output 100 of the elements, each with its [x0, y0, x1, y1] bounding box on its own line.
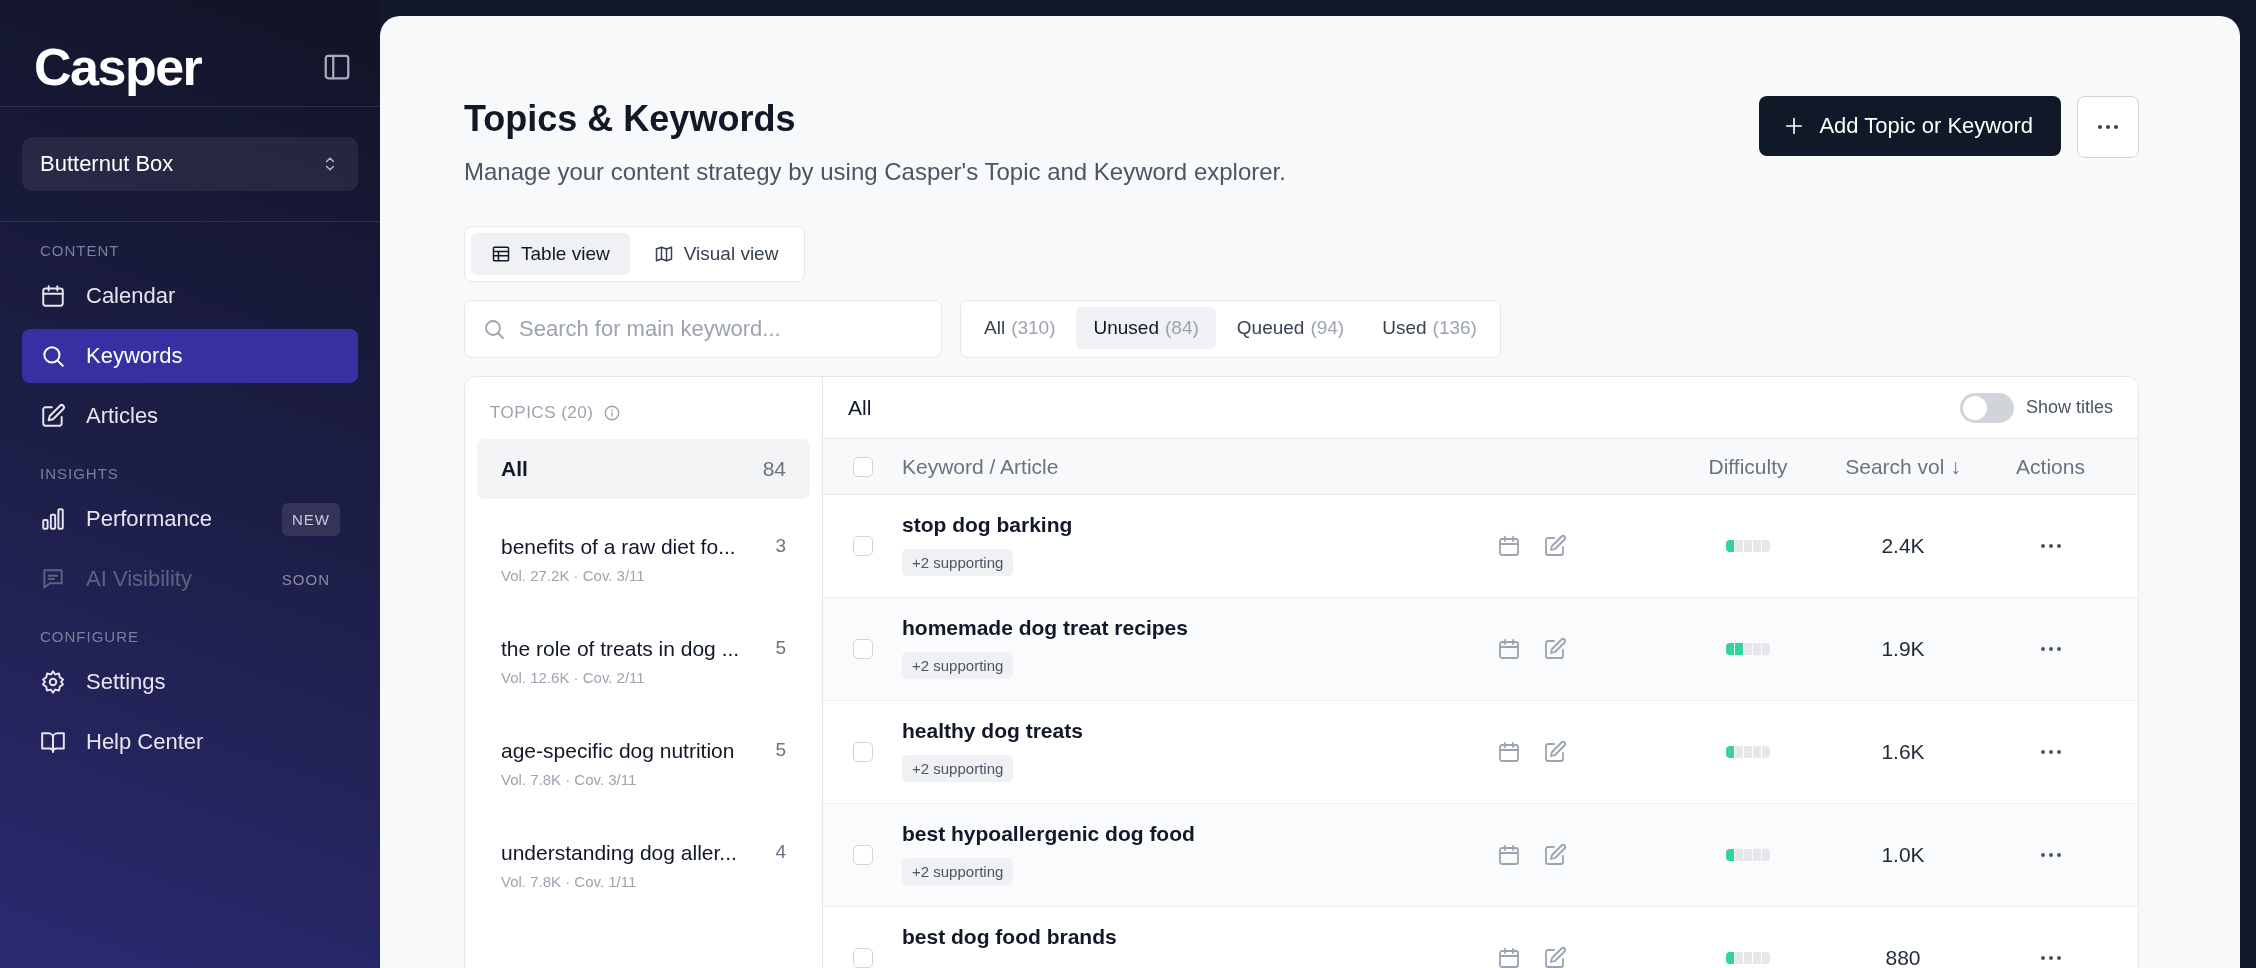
topic-count: 5	[775, 637, 786, 659]
nav-item[interactable]: Keywords	[22, 329, 358, 383]
row-checkbox[interactable]	[852, 639, 873, 659]
map-icon	[653, 244, 674, 264]
more-button[interactable]	[2077, 96, 2139, 158]
sidebar-toggle-icon	[322, 52, 352, 82]
more-icon	[2098, 125, 2118, 129]
nav-item[interactable]: Articles	[22, 389, 358, 443]
keyword-title: best dog food brands	[902, 925, 1117, 949]
supporting-tag: +2 supporting	[902, 549, 1014, 576]
calendar-icon	[1497, 740, 1521, 764]
supporting-tag: +2 supporting	[902, 755, 1014, 782]
more-icon	[2040, 750, 2061, 754]
supporting-tag: +2 supporting	[902, 652, 1014, 679]
topics-heading: TOPICS (20)	[490, 403, 594, 423]
table-title: All	[848, 395, 872, 420]
topic-title: age-specific dog nutrition	[501, 739, 736, 763]
search-field[interactable]: Search for main keyword...	[464, 300, 942, 358]
nav-label: Calendar	[86, 283, 177, 309]
toggle-label: Show titles	[2025, 397, 2113, 418]
status-badge: NEW	[282, 502, 340, 536]
topic-count: 3	[775, 535, 786, 557]
topic-meta: Vol. 7.8K · Cov. 3/11	[501, 771, 638, 788]
logo: Casper	[34, 37, 202, 97]
topic-count: 5	[775, 739, 786, 761]
nav-label: Settings	[86, 669, 167, 695]
keyword-title: healthy dog treats	[902, 719, 1083, 743]
nav-item[interactable]: Calendar	[22, 269, 358, 323]
topic-meta: Vol. 7.8K · Cov. 1/11	[501, 873, 638, 890]
nav-label: Keywords	[86, 343, 184, 369]
calendar-icon	[1497, 946, 1521, 968]
topic-title: the role of treats in dog ...	[501, 637, 741, 661]
add-topic-button[interactable]: Add Topic or Keyword	[1759, 96, 2061, 156]
topic-title: understanding dog aller...	[501, 841, 738, 865]
view-tab[interactable]: Visual view	[633, 233, 799, 275]
search-volume: 2.4K	[1881, 534, 1925, 558]
pencil-icon	[1543, 637, 1567, 661]
pencil-icon	[1543, 740, 1567, 764]
topic-item[interactable]: the role of treats in dog ... Vol. 12.6K · Cov. 2/11 5	[477, 611, 810, 713]
section-heading: CONFIGURE	[39, 627, 140, 647]
more-icon	[2040, 647, 2061, 651]
keyword-title: homemade dog treat recipes	[902, 616, 1188, 640]
nav-label: Help Center	[86, 729, 205, 755]
select-all-checkbox[interactable]	[852, 456, 873, 477]
calendar-icon	[1497, 534, 1521, 558]
more-icon	[2040, 544, 2061, 548]
calendar-icon	[40, 283, 66, 309]
topic-meta: Vol. 12.6K · Cov. 2/11	[501, 669, 646, 686]
calendar-icon	[1497, 843, 1521, 867]
row-checkbox[interactable]	[852, 742, 873, 762]
more-icon	[2040, 853, 2061, 857]
search-icon	[482, 317, 506, 341]
row-checkbox[interactable]	[852, 536, 873, 556]
pencil-icon	[1543, 843, 1567, 867]
view-tab[interactable]: Table view	[471, 233, 630, 275]
status-label: SOON	[280, 569, 331, 590]
more-icon	[2040, 956, 2061, 960]
row-checkbox[interactable]	[852, 948, 873, 968]
nav-item[interactable]: Performance NEW	[22, 492, 358, 546]
topic-meta: Vol. 27.2K · Cov. 3/11	[501, 567, 646, 584]
page-title: Topics & Keywords	[464, 98, 797, 140]
column-header[interactable]: Search vol ↓	[1845, 454, 1961, 479]
chat-icon	[40, 566, 66, 592]
topic-count: 4	[775, 841, 786, 863]
search-volume: 1.6K	[1881, 740, 1925, 764]
info-icon	[603, 404, 622, 422]
pencil-icon	[1543, 946, 1567, 968]
topic-item[interactable]: benefits of a raw diet fo... Vol. 27.2K · Cov. 3/11 3	[477, 509, 810, 611]
topic-item[interactable]: All 84	[477, 439, 810, 499]
search-volume: 880	[1885, 946, 1921, 968]
column-header: Difficulty	[1708, 454, 1788, 479]
filter-tab[interactable]: Unused (84)	[1076, 307, 1216, 349]
calendar-icon	[1497, 637, 1521, 661]
nav-label: AI Visibility	[86, 566, 193, 592]
filter-tab[interactable]: All (310)	[967, 307, 1073, 349]
filter-tab[interactable]: Used (136)	[1365, 307, 1494, 349]
topic-title: benefits of a raw diet fo...	[501, 535, 737, 559]
page-subtitle: Manage your content strategy by using Casper's Topic and Keyword explorer.	[464, 158, 1286, 186]
nav-label: Articles	[86, 403, 160, 429]
nav-item[interactable]: Settings	[22, 655, 358, 709]
nav-item[interactable]: Help Center	[22, 715, 358, 769]
section-heading: CONTENT	[39, 241, 121, 261]
column-header: Keyword / Article	[902, 454, 1060, 479]
filter-tab[interactable]: Queued (94)	[1219, 307, 1362, 349]
settings-icon	[40, 669, 66, 695]
show-titles-toggle[interactable]	[1959, 392, 2014, 423]
topic-item[interactable]: understanding dog aller... Vol. 7.8K · Cov. 1/11 4	[477, 815, 810, 917]
table-icon	[491, 244, 511, 264]
supporting-tag: +2 supporting	[902, 858, 1014, 885]
row-checkbox[interactable]	[852, 845, 873, 865]
workspace-selector[interactable]: Butternut Box	[22, 137, 358, 191]
bar-chart-icon	[40, 506, 66, 532]
search-volume: 1.9K	[1881, 637, 1925, 661]
column-header: Actions	[2016, 454, 2085, 479]
search-volume: 1.0K	[1881, 843, 1925, 867]
pencil-icon	[1543, 534, 1567, 558]
section-heading: INSIGHTS	[39, 464, 120, 484]
keyword-title: best hypoallergenic dog food	[902, 822, 1195, 846]
keyword-title: stop dog barking	[902, 513, 1073, 537]
topic-item[interactable]: age-specific dog nutrition Vol. 7.8K · Cov. 3/11 5	[477, 713, 810, 815]
